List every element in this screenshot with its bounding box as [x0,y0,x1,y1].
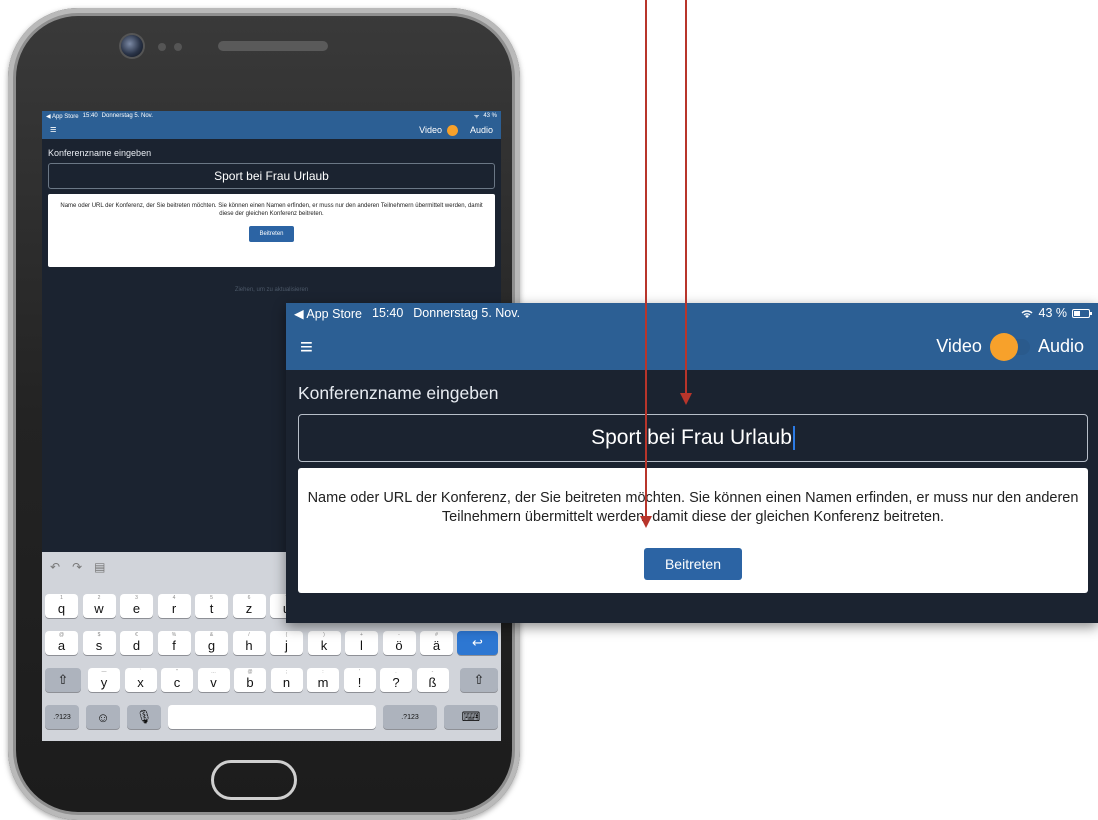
arrow-to-join-button [640,0,652,528]
callout-arrows [640,0,692,528]
arrow-to-input [680,0,692,405]
